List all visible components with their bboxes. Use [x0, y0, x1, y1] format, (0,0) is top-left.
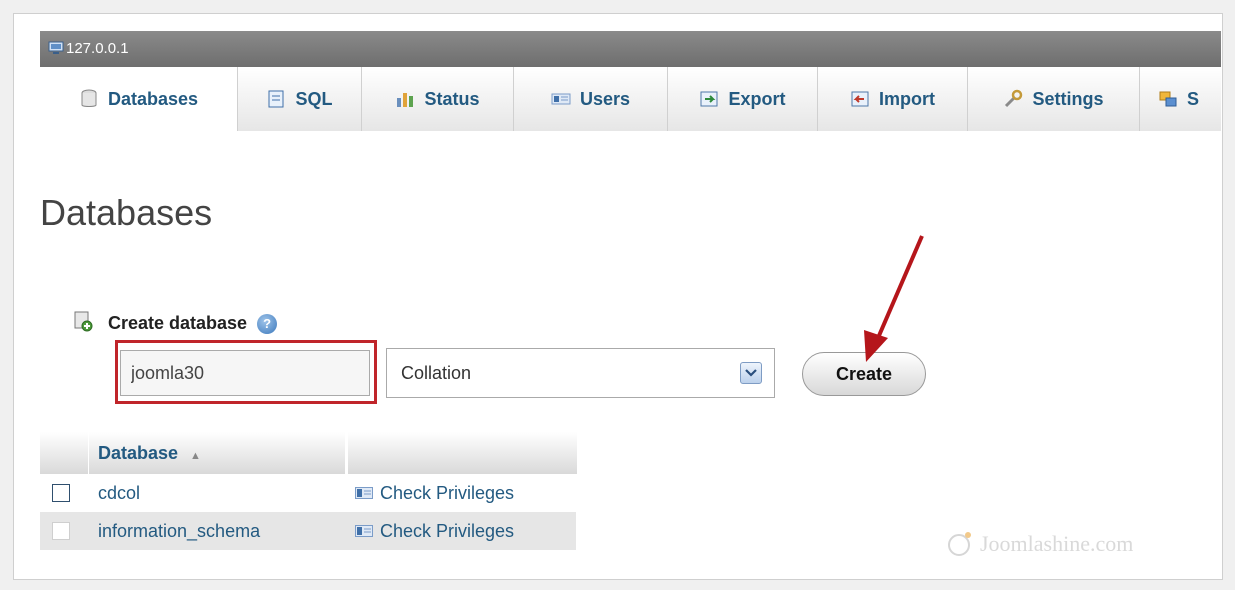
- tab-databases[interactable]: Databases: [40, 67, 238, 131]
- tab-export[interactable]: Export: [668, 67, 818, 131]
- collation-value: Collation: [401, 362, 472, 383]
- main-tabs: Databases SQL Status Users Export Import…: [40, 67, 1221, 134]
- help-icon[interactable]: ?: [257, 313, 278, 334]
- settings-icon: [1005, 89, 1023, 108]
- privileges-icon: [355, 487, 373, 499]
- page-title: Databases: [40, 192, 213, 233]
- tab-users[interactable]: Users: [514, 67, 668, 131]
- server-breadcrumb[interactable]: 127.0.0.1: [40, 31, 1221, 67]
- create-database-icon: [74, 311, 93, 332]
- tab-sql[interactable]: SQL: [238, 67, 362, 131]
- status-icon: [397, 93, 414, 107]
- table-row: cdcol Check Privileges: [40, 474, 576, 512]
- watermark: Joomlashine.com: [946, 530, 1133, 558]
- chevron-down-icon[interactable]: [740, 362, 762, 384]
- tab-settings[interactable]: Settings: [968, 67, 1140, 131]
- collation-select[interactable]: Collation: [386, 348, 775, 398]
- users-icon: [551, 93, 571, 105]
- annotation-arrow: [864, 235, 924, 362]
- import-icon: [851, 91, 869, 107]
- synchronize-icon: [1159, 91, 1177, 107]
- database-name-input[interactable]: [120, 350, 370, 396]
- table-row: information_schema Check Privileges: [40, 512, 576, 550]
- joomlashine-logo-icon: [948, 532, 971, 556]
- tab-import[interactable]: Import: [818, 67, 968, 131]
- server-icon: [48, 41, 64, 54]
- tab-status[interactable]: Status: [362, 67, 514, 131]
- database-name-link[interactable]: cdcol: [98, 474, 140, 512]
- sql-icon: [268, 90, 284, 108]
- database-name-link[interactable]: information_schema: [98, 512, 260, 550]
- check-privileges-link[interactable]: Check Privileges: [355, 512, 514, 550]
- database-icon: [81, 89, 97, 107]
- create-database-label: Create database: [108, 313, 248, 333]
- check-privileges-link[interactable]: Check Privileges: [355, 474, 514, 512]
- row-checkbox[interactable]: [52, 484, 70, 502]
- table-header: Database ▲: [40, 432, 577, 474]
- tab-synchronize[interactable]: S: [1140, 67, 1221, 131]
- actions-column-header: [347, 432, 577, 474]
- export-icon: [700, 91, 718, 107]
- sort-ascending-icon: ▲: [190, 450, 201, 462]
- privileges-icon: [355, 525, 373, 537]
- create-database-section: Create database ?: [108, 313, 278, 334]
- table-header-checkbox-column: [40, 432, 88, 474]
- database-column-header[interactable]: Database ▲: [88, 432, 345, 474]
- server-name: 127.0.0.1: [66, 40, 129, 57]
- row-checkbox[interactable]: [52, 522, 70, 540]
